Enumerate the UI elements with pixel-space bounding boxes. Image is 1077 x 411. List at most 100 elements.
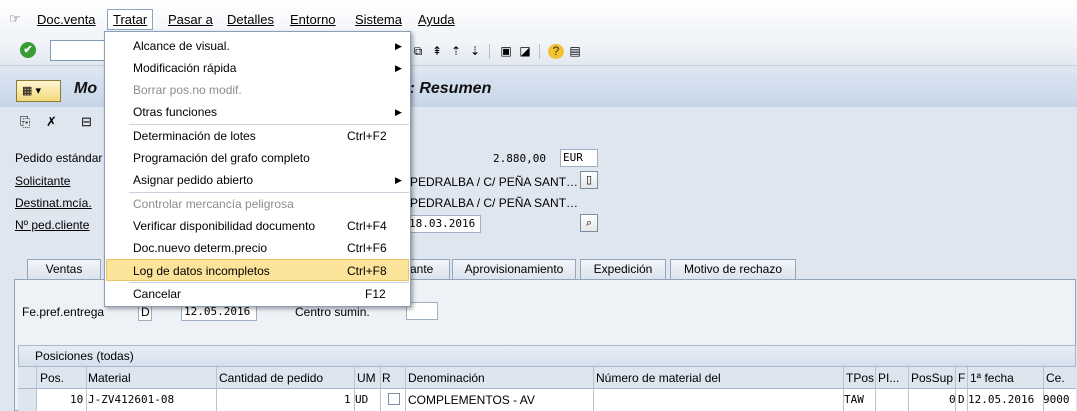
grid-col-line [405, 367, 406, 411]
next-page-icon[interactable]: ⇣ [467, 44, 483, 59]
menu-item-borrar-pos: Borrar pos.no modif. [133, 83, 242, 97]
menu-doc-venta[interactable]: Doc.venta [37, 12, 96, 27]
col-fecha[interactable]: 1ª fecha [970, 371, 1014, 385]
grid-title: Posiciones (todas) [18, 345, 1076, 367]
tab-aprovisionamiento[interactable]: Aprovisionamiento [452, 259, 576, 279]
grid-col-line [843, 367, 844, 411]
col-ce[interactable]: Ce. [1046, 371, 1065, 385]
tratar-dropdown-menu: Alcance de visual. ▶ Modificación rápida… [104, 31, 411, 307]
enter-check-icon[interactable]: ✔ [20, 42, 36, 58]
fe-pref-entrega-label: Fe.pref.entrega [22, 305, 105, 319]
menu-item-mercancia-peligrosa: Controlar mercancía peligrosa [133, 197, 294, 211]
submenu-arrow-icon: ▶ [395, 175, 402, 185]
shortcut-icon[interactable]: ◪ [517, 44, 533, 59]
menu-item-verificar-disponibilidad[interactable]: Verificar disponibilidad documento Ctrl+… [106, 215, 409, 237]
first-page-icon[interactable]: ⇞ [429, 44, 445, 59]
destinatario-value: PEDRALBA / C/ PEÑA SANT… [410, 196, 579, 210]
currency-field: EUR [560, 149, 598, 167]
net-value: 2.880,00 [493, 152, 546, 165]
col-cantidad[interactable]: Cantidad de pedido [219, 371, 323, 385]
row-selector[interactable] [18, 389, 36, 411]
menu-ayuda[interactable]: Ayuda [418, 12, 455, 27]
table-row[interactable]: 10 J-ZV412601-08 1 UD COMPLEMENTOS - AV … [18, 389, 1076, 411]
row-denominacion[interactable]: COMPLEMENTOS - AV [408, 393, 535, 407]
delete-item-icon[interactable]: ✗ [46, 114, 57, 130]
menu-item-doc-nuevo-precio[interactable]: Doc.nuevo determ.precio Ctrl+F6 [106, 237, 409, 259]
address-document-icon[interactable]: ▯ [580, 171, 598, 189]
col-um[interactable]: UM [357, 371, 376, 385]
menu-item-determinacion-lotes[interactable]: Determinación de lotes Ctrl+F2 [106, 125, 409, 147]
row-cantidad[interactable]: 1 [344, 393, 351, 406]
menu-item-cancelar[interactable]: Cancelar F12 [106, 283, 409, 305]
col-possup[interactable]: PosSup [911, 371, 953, 385]
new-session-icon[interactable]: ▣ [498, 44, 514, 59]
destinatario-label[interactable]: Destinat.mcía. [15, 196, 92, 210]
menu-detalles[interactable]: Detalles [227, 12, 274, 27]
grid-header: Pos. Material Cantidad de pedido UM R De… [18, 367, 1076, 389]
col-r[interactable]: R [382, 371, 391, 385]
submenu-arrow-icon: ▶ [395, 63, 402, 73]
tab-motivo-rechazo[interactable]: Motivo de rechazo [670, 259, 796, 279]
layout-menu-icon[interactable]: ▤ [567, 44, 583, 59]
grid-col-line [86, 367, 87, 411]
display-doc-icon[interactable]: ⎘ [20, 114, 30, 130]
col-num-material[interactable]: Número de material del [596, 371, 721, 385]
solicitante-value: PEDRALBA / C/ PEÑA SANT… [410, 175, 579, 189]
toolbar-separator [489, 44, 495, 59]
menu-item-modificacion-rapida[interactable]: Modificación rápida ▶ [106, 57, 409, 79]
tab-expedicion[interactable]: Expedición [580, 259, 666, 279]
menu-item-programacion-grafo[interactable]: Programación del grafo completo [106, 147, 409, 169]
ped-cliente-date[interactable]: 18.03.2016 [405, 215, 481, 233]
help-icon[interactable]: ? [548, 44, 564, 59]
previous-page-icon[interactable]: ⇡ [448, 44, 464, 59]
row-fecha[interactable]: 12.05.2016 [968, 393, 1034, 406]
grid-col-line [593, 367, 594, 411]
tab-faturacion-partial[interactable]: ante [408, 259, 450, 279]
row-f[interactable]: D [958, 393, 965, 406]
menu-entorno[interactable]: Entorno [290, 12, 336, 27]
grid-col-line [955, 367, 956, 411]
submenu-arrow-icon: ▶ [395, 41, 402, 51]
col-pi[interactable]: PI... [878, 371, 899, 385]
item-overview-icon[interactable]: ⊟ [81, 114, 92, 130]
system-menu-icon[interactable]: ☞ [9, 11, 25, 26]
command-field[interactable] [50, 40, 108, 61]
col-denominacion[interactable]: Denominación [408, 371, 485, 385]
col-pos[interactable]: Pos. [40, 371, 64, 385]
grid-col-line [216, 367, 217, 411]
grid-col-line [1043, 367, 1044, 411]
menu-item-otras-funciones[interactable]: Otras funciones ▶ [106, 101, 409, 123]
grid-col-line [380, 367, 381, 411]
menu-tratar[interactable]: Tratar [107, 9, 154, 30]
row-um[interactable]: UD [355, 393, 368, 406]
page-title-right: D: Resumen [398, 80, 492, 97]
submenu-arrow-icon: ▶ [395, 107, 402, 117]
row-ce[interactable]: 9000 [1043, 393, 1070, 406]
col-f[interactable]: F [958, 371, 965, 385]
grid-col-line [354, 367, 355, 411]
document-flow-button[interactable]: ▦ ▾ [16, 80, 61, 102]
menu-item-log-datos-incompletos[interactable]: Log de datos incompletos Ctrl+F8 [106, 259, 409, 281]
solicitante-label[interactable]: Solicitante [15, 174, 70, 188]
menu-pasar-a[interactable]: Pasar a [168, 12, 213, 27]
grid-col-line [967, 367, 968, 411]
grid-col-line [875, 367, 876, 411]
grid-col-line [908, 367, 909, 411]
ped-cliente-label[interactable]: Nº ped.cliente [15, 218, 89, 232]
centro-sumin-label: Centro sumin. [295, 305, 370, 319]
row-material[interactable]: J-ZV412601-08 [88, 393, 174, 406]
row-tpos[interactable]: TAW [844, 393, 864, 406]
tab-ventas[interactable]: Ventas [27, 259, 101, 279]
pedido-estandar-label: Pedido estándar [15, 151, 103, 165]
menu-item-asignar-pedido[interactable]: Asignar pedido abierto ▶ [106, 169, 409, 191]
menu-sistema[interactable]: Sistema [355, 12, 402, 27]
toolbar-separator [539, 44, 545, 59]
menu-item-alcance-visual[interactable]: Alcance de visual. ▶ [106, 35, 409, 57]
magnifier-icon[interactable]: ⌕ [580, 214, 598, 232]
page-title-left: Mo [74, 80, 98, 97]
grid-col-line [36, 367, 37, 411]
col-material[interactable]: Material [88, 371, 131, 385]
col-tpos[interactable]: TPos [846, 371, 874, 385]
find-icon[interactable]: ⧉ [410, 44, 426, 59]
row-r-checkbox[interactable] [388, 393, 400, 405]
